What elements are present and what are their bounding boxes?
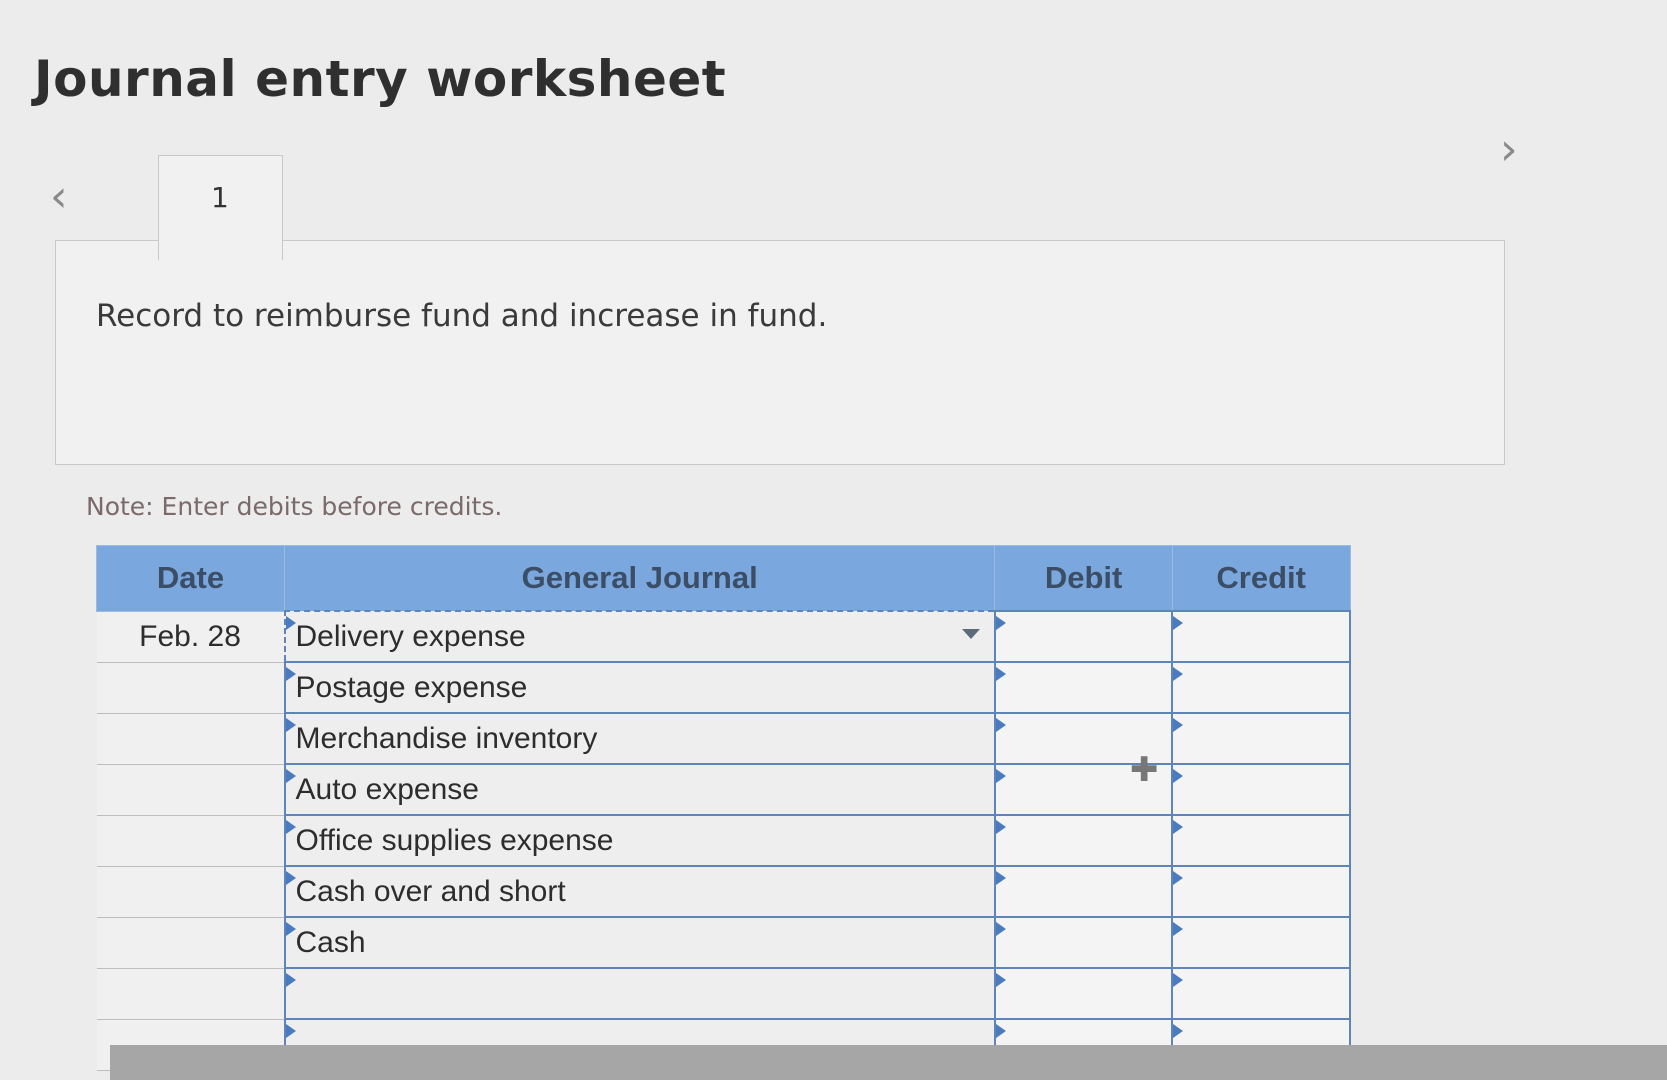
debit-input[interactable]	[993, 916, 1174, 969]
account-select[interactable]: Postage expense	[283, 661, 996, 714]
cell-marker-icon	[285, 973, 296, 987]
account-select[interactable]: Cash over and short	[283, 865, 996, 918]
account-name: Merchandise inventory	[295, 721, 598, 755]
date-cell[interactable]	[96, 662, 286, 714]
debit-header: Debit	[994, 545, 1173, 612]
cell-marker-icon	[1173, 616, 1184, 630]
account-select[interactable]	[283, 967, 996, 1020]
chevron-left-icon[interactable]: ‹	[50, 175, 68, 219]
credit-input[interactable]	[1171, 865, 1351, 918]
cell-marker-icon	[995, 769, 1006, 783]
cell-marker-icon	[1173, 1024, 1184, 1038]
credit-header: Credit	[1171, 545, 1351, 612]
account-select[interactable]: Auto expense	[283, 763, 996, 816]
instruction-text: Record to reimburse fund and increase in…	[96, 298, 828, 334]
cell-marker-icon	[1173, 769, 1184, 783]
cell-marker-icon	[1173, 820, 1184, 834]
credit-input[interactable]	[1171, 967, 1351, 1020]
debit-input[interactable]	[993, 661, 1174, 714]
journal-row	[96, 967, 1351, 1020]
credit-input[interactable]	[1171, 610, 1351, 663]
journal-row: Auto expense	[96, 763, 1351, 816]
dropdown-caret-icon[interactable]	[961, 629, 980, 639]
instruction-panel: Record to reimburse fund and increase in…	[55, 240, 1505, 465]
cell-marker-icon	[285, 820, 296, 834]
account-name: Cash	[295, 925, 366, 959]
cell-marker-icon	[285, 769, 296, 783]
date-header: Date	[95, 545, 286, 612]
journal-row: Postage expense	[96, 661, 1351, 714]
date-cell[interactable]	[96, 917, 286, 969]
cell-marker-icon	[1173, 973, 1184, 987]
debit-input[interactable]	[993, 967, 1174, 1020]
journal-row: Merchandise inventory	[96, 712, 1351, 765]
account-name: Postage expense	[295, 670, 528, 704]
cell-marker-icon	[1173, 667, 1184, 681]
credit-input[interactable]	[1171, 661, 1351, 714]
account-name: Cash over and short	[295, 874, 566, 908]
credit-input[interactable]	[1171, 916, 1351, 969]
date-cell[interactable]	[96, 713, 286, 765]
cell-marker-icon	[995, 922, 1006, 936]
cell-marker-icon	[285, 718, 296, 732]
cell-marker-icon	[1173, 922, 1184, 936]
cell-marker-icon	[1173, 871, 1184, 885]
cell-marker-icon	[1173, 718, 1184, 732]
journal-table: Date General Journal Debit Credit Feb. 2…	[95, 545, 1351, 1071]
date-cell[interactable]	[96, 866, 286, 918]
cell-marker-icon	[285, 922, 296, 936]
cell-marker-icon	[995, 871, 1006, 885]
account-select[interactable]: Cash	[283, 916, 996, 969]
note-text: Note: Enter debits before credits.	[86, 492, 503, 521]
cell-marker-icon	[285, 667, 296, 681]
page-title: Journal entry worksheet	[34, 50, 727, 108]
date-cell[interactable]	[96, 764, 286, 816]
cell-marker-icon	[995, 1024, 1006, 1038]
account-name: Delivery expense	[295, 619, 526, 653]
cell-marker-icon	[995, 718, 1006, 732]
journal-row: Cash over and short	[96, 865, 1351, 918]
credit-input[interactable]	[1171, 763, 1351, 816]
move-cursor-icon: ✚	[1130, 750, 1159, 790]
account-select[interactable]: Merchandise inventory	[283, 712, 996, 765]
debit-input[interactable]	[993, 814, 1174, 867]
bottom-scrollbar[interactable]	[110, 1045, 1667, 1080]
cell-marker-icon	[285, 1024, 296, 1038]
credit-input[interactable]	[1171, 712, 1351, 765]
cell-marker-icon	[995, 973, 1006, 987]
account-select[interactable]: Delivery expense	[283, 610, 996, 663]
cell-marker-icon	[995, 820, 1006, 834]
cell-marker-icon	[285, 616, 296, 630]
chevron-right-icon[interactable]: ›	[1500, 128, 1518, 172]
credit-input[interactable]	[1171, 814, 1351, 867]
general-journal-header: General Journal	[284, 545, 996, 612]
date-cell[interactable]: Feb. 28	[96, 611, 286, 663]
cell-marker-icon	[995, 667, 1006, 681]
debit-input[interactable]	[993, 610, 1174, 663]
cell-marker-icon	[995, 616, 1006, 630]
account-name: Auto expense	[295, 772, 479, 806]
journal-row: Office supplies expense	[96, 814, 1351, 867]
account-name: Office supplies expense	[295, 823, 614, 857]
journal-row: Cash	[96, 916, 1351, 969]
journal-row: Feb. 28 Delivery expense	[96, 610, 1351, 663]
date-cell[interactable]	[96, 815, 286, 867]
journal-header-row: Date General Journal Debit Credit	[95, 545, 1351, 612]
cell-marker-icon	[285, 871, 296, 885]
tab-1[interactable]: 1	[158, 155, 283, 260]
debit-input[interactable]	[993, 865, 1174, 918]
date-cell[interactable]	[96, 968, 286, 1020]
tab-label: 1	[211, 181, 229, 214]
account-select[interactable]: Office supplies expense	[283, 814, 996, 867]
